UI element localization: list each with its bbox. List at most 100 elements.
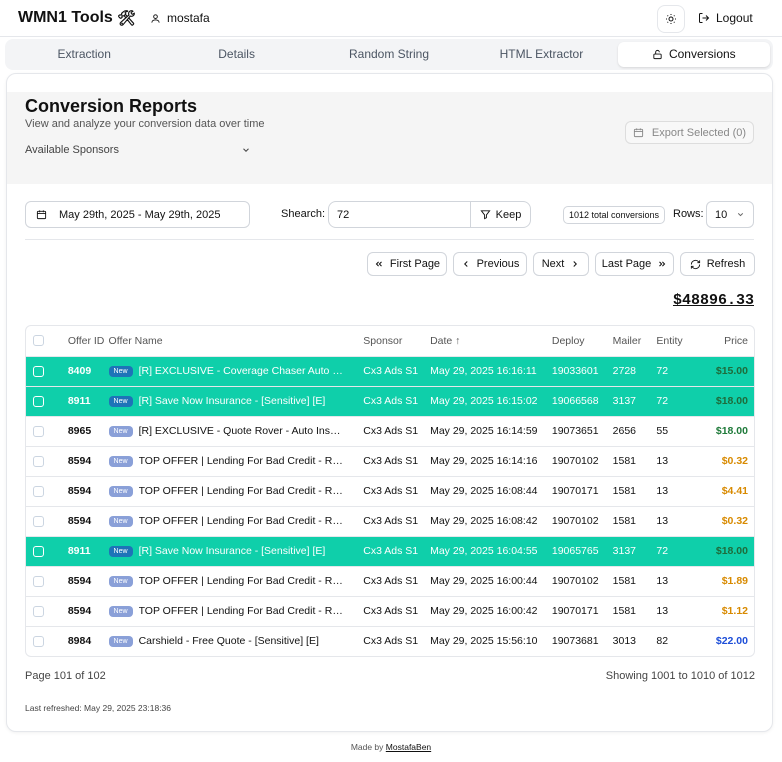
offer-name: [R] EXCLUSIVE - Quote Rover - Auto Insur… [138,425,345,438]
offer-id-cell: 8594 [67,515,92,527]
new-badge: New [108,575,133,587]
row-select-cell [26,446,56,476]
col-offer-id[interactable]: Offer ID [56,326,109,356]
offer-name: TOP OFFER | Lending For Bad Credit - REV… [138,515,345,528]
col-deploy[interactable]: Deploy [552,326,613,356]
conversion-reports-card: Conversion Reports View and analyze your… [6,73,773,732]
new-badge: New [108,605,133,617]
row-select-cell [26,416,56,446]
offer-name-cell: New TOP OFFER | Lending For Bad Credit - … [108,446,364,476]
mailer-cell: 1581 [612,605,636,617]
row-checkbox[interactable] [33,455,44,467]
chevron-right-icon [570,259,580,269]
row-checkbox[interactable] [33,575,44,587]
keep-filter-button[interactable]: Keep [470,201,531,228]
tab-conversions[interactable]: Conversions [617,42,771,67]
offer-id-cell: 8911 [67,395,91,407]
sponsor-cell: Cx3 Ads S1 [363,575,419,587]
offer-id-cell: 8594 [67,605,92,617]
col-offer-name[interactable]: Offer Name [109,326,364,356]
tab-html-extractor[interactable]: HTML Extractor [465,42,617,67]
search-label: Shearch: [281,208,326,220]
deploy-cell: 19070171 [551,485,599,497]
mailer-cell: 1581 [612,455,636,467]
previous-button[interactable]: Previous [453,252,527,276]
next-button[interactable]: Next [533,252,589,276]
refresh-button[interactable]: Refresh [680,252,755,276]
total-amount: $48896.33 [672,292,754,309]
rows-value: 10 [715,208,728,221]
date-range-label: May 29th, 2025 - May 29th, 2025 [59,208,221,221]
search-input[interactable] [328,201,471,228]
offer-name-cell: New [R] Save Now Insurance - [Sensitive] … [108,386,364,416]
table-row[interactable]: 8911 New [R] Save Now Insurance - [Sensiti… [26,386,754,416]
row-checkbox[interactable] [33,395,44,407]
table-row[interactable]: 8965 New [R] EXCLUSIVE - Quote Rover - Aut… [26,416,754,446]
tab-conversions-label: Conversions [668,47,736,61]
tab-details[interactable]: Details [160,42,312,67]
sponsor-cell: Cx3 Ads S1 [363,485,419,497]
chevron-down-icon [241,145,251,155]
table-row[interactable]: 8594 New TOP OFFER | Lending For Bad Credi… [26,566,754,596]
table-row[interactable]: 8594 New TOP OFFER | Lending For Bad Credi… [26,506,754,536]
row-checkbox[interactable] [33,515,44,527]
table-row[interactable]: 8594 New TOP OFFER | Lending For Bad Credi… [26,476,754,506]
export-label: Export Selected (0) [651,126,747,139]
offer-name: [R] Save Now Insurance - [Sensitive] [E] [138,545,326,558]
table-row[interactable]: 8594 New TOP OFFER | Lending For Bad Credi… [26,446,754,476]
offer-name: [R] EXCLUSIVE - Coverage Chaser Auto Sur… [138,365,345,378]
rows-per-page-select[interactable]: 10 [706,201,754,228]
row-checkbox[interactable] [33,425,44,437]
offer-name: TOP OFFER | Lending For Bad Credit - REV… [138,575,345,588]
offer-name-cell: New [R] EXCLUSIVE - Coverage Chaser Auto … [108,356,364,386]
page-subtitle: View and analyze your conversion data ov… [25,118,265,130]
last-page-button[interactable]: Last Page [595,252,674,276]
deploy-cell: 19070102 [551,455,599,467]
entity-cell: 13 [656,605,669,617]
col-mailer[interactable]: Mailer [613,326,657,356]
author-link[interactable]: MostafaBen [386,742,431,752]
tab-extraction[interactable]: Extraction [8,42,160,67]
logout-button[interactable]: Logout [698,11,753,25]
lock-icon [652,49,663,60]
calendar-icon [633,127,644,138]
mailer-cell: 3013 [612,635,636,648]
select-all-checkbox[interactable] [33,335,44,347]
price-cell: $22.00 [715,635,748,648]
previous-label: Previous [476,258,520,270]
entity-cell: 72 [656,545,669,557]
col-entity[interactable]: Entity [656,326,696,356]
showing-info: Showing 1001 to 1010 of 1012 [605,670,755,682]
sponsor-cell: Cx3 Ads S1 [363,605,419,617]
date-cell: May 29, 2025 16:14:16 [430,455,538,467]
col-sponsor[interactable]: Sponsor [363,326,430,356]
theme-toggle-button[interactable] [657,5,685,33]
col-price[interactable]: Price [696,326,754,356]
row-checkbox[interactable] [33,365,44,377]
offer-name-cell: New TOP OFFER | Lending For Bad Credit - … [108,596,364,626]
table-row[interactable]: 8409 New [R] EXCLUSIVE - Coverage Chaser A… [26,356,754,386]
row-checkbox[interactable] [33,605,44,617]
brand[interactable]: WMN1 Tools 🛠 [18,9,136,27]
user-menu[interactable]: mostafa [150,11,210,25]
date-range-picker[interactable]: May 29th, 2025 - May 29th, 2025 [25,201,250,228]
entity-cell: 72 [656,395,669,407]
row-checkbox[interactable] [33,635,44,647]
sponsors-dropdown[interactable]: Available Sponsors [25,144,251,156]
row-checkbox[interactable] [33,545,44,557]
row-checkbox[interactable] [33,485,44,497]
col-date[interactable]: Date ↑ [430,326,552,356]
total-conversions-badge: 1012 total conversions [563,206,666,224]
table-row[interactable]: 8594 New TOP OFFER | Lending For Bad Credi… [26,596,754,626]
offer-id-cell: 8594 [67,575,92,587]
tab-random-string[interactable]: Random String [313,42,465,67]
mailer-cell: 1581 [612,485,636,497]
export-selected-button[interactable]: Export Selected (0) [625,121,754,144]
table-row[interactable]: 8984 New Carshield - Free Quote - [Sensiti… [26,626,754,656]
new-badge: New [108,545,133,557]
sponsor-cell: Cx3 Ads S1 [363,515,419,527]
price-cell: $4.41 [721,485,748,497]
first-page-button[interactable]: First Page [367,252,447,276]
brand-title: WMN1 Tools [18,9,113,26]
table-row[interactable]: 8911 New [R] Save Now Insurance - [Sensiti… [26,536,754,566]
